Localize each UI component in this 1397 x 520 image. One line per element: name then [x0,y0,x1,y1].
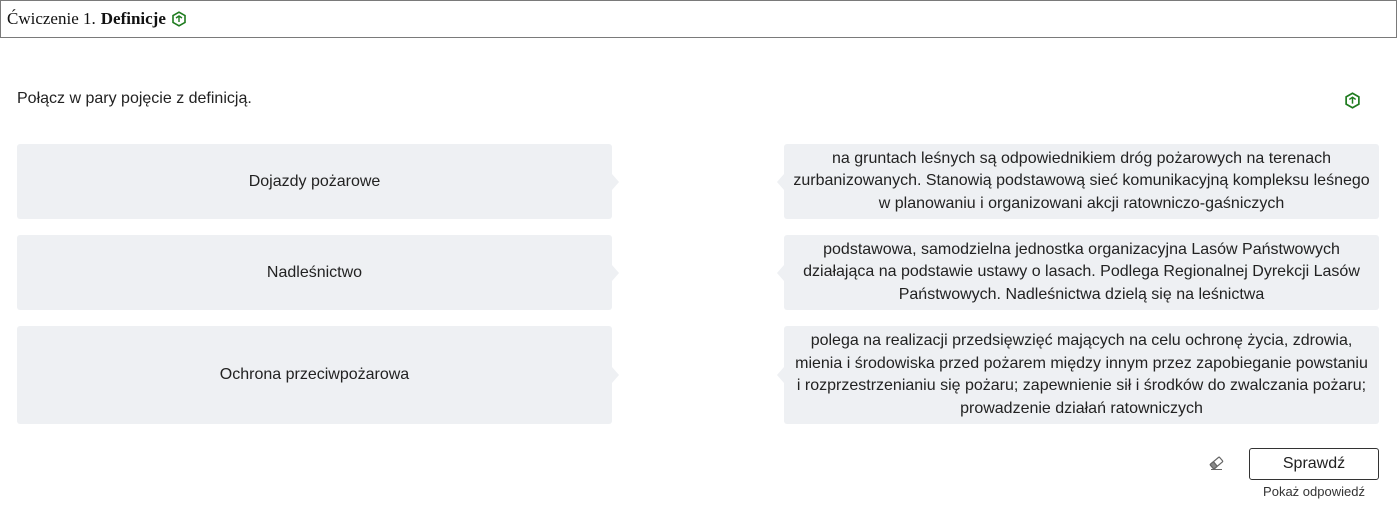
definition-text: podstawowa, samodzielna jednostka organi… [803,240,1360,303]
hexagon-icon [171,11,187,27]
definition-tile[interactable]: podstawowa, samodzielna jednostka organi… [777,235,1379,310]
exercise-number: Ćwiczenie 1. [7,9,96,28]
definition-tile[interactable]: na gruntach leśnych są odpowiednikiem dr… [777,144,1379,219]
check-button[interactable]: Sprawdź [1249,448,1379,480]
term-tile[interactable]: Nadleśnictwo [17,235,619,310]
pair-row: Ochrona przeciwpożarowa polega na realiz… [17,326,1379,424]
show-answer-link[interactable]: Pokaż odpowiedź [1249,484,1379,499]
term-tile[interactable]: Ochrona przeciwpożarowa [17,326,619,424]
definition-text: polega na realizacji przedsięwzięć mając… [795,332,1368,417]
eraser-icon[interactable] [1208,455,1225,471]
exercise-header: Ćwiczenie 1. Definicje [0,0,1397,38]
definition-text: na gruntach leśnych są odpowiednikiem dr… [793,149,1370,212]
exercise-title: Definicje [100,9,166,28]
definition-tile[interactable]: polega na realizacji przedsięwzięć mając… [777,326,1379,424]
instruction-text: Połącz w pary pojęcie z definicją. [17,90,252,107]
pair-row: Nadleśnictwo podstawowa, samodzielna jed… [17,235,1379,310]
hexagon-icon [1344,92,1361,109]
term-tile[interactable]: Dojazdy pożarowe [17,144,619,219]
pair-row: Dojazdy pożarowe na gruntach leśnych są … [17,144,1379,219]
